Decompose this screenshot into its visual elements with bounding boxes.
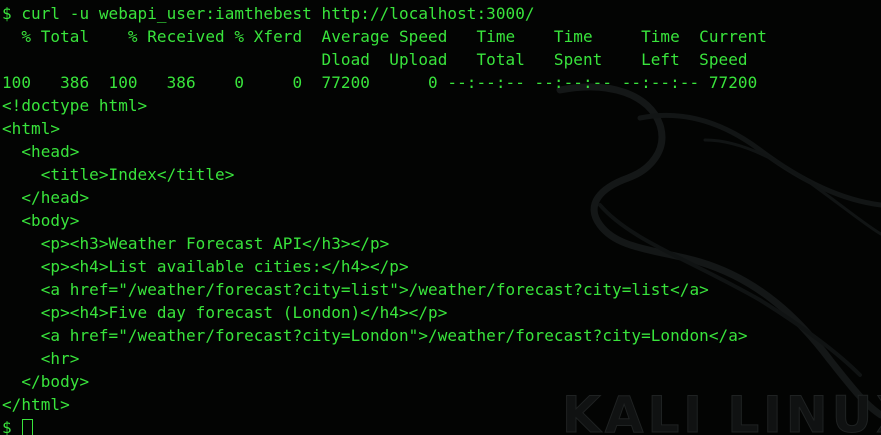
terminal-line: <body> [2, 211, 80, 230]
terminal-line-progress-values: 100 386 100 386 0 0 77200 0 --:--:-- --:… [2, 73, 758, 92]
terminal-line: <!doctype html> [2, 96, 148, 115]
terminal-line: <title>Index</title> [2, 165, 235, 184]
terminal-line: </body> [2, 372, 90, 391]
terminal-line: <p><h3>Weather Forecast API</h3></p> [2, 234, 390, 253]
text-cursor[interactable] [22, 419, 34, 435]
terminal-line: <hr> [2, 349, 80, 368]
terminal-line: <a href="/weather/forecast?city=list">/w… [2, 280, 709, 299]
terminal-output: $ curl -u webapi_user:iamthebest http://… [2, 2, 767, 435]
terminal-line-command: $ curl -u webapi_user:iamthebest http://… [2, 4, 535, 23]
terminal-line-progress-header-1: % Total % Received % Xferd Average Speed… [2, 27, 767, 46]
terminal-window[interactable]: KALI LINUX $ curl -u webapi_user:iamtheb… [0, 0, 881, 435]
terminal-line: <html> [2, 119, 61, 138]
terminal-line: </head> [2, 188, 90, 207]
terminal-line: </html> [2, 395, 70, 414]
terminal-prompt[interactable]: $ [2, 416, 767, 435]
prompt-symbol: $ [2, 418, 22, 435]
terminal-line: <head> [2, 142, 80, 161]
terminal-line-progress-header-2: Dload Upload Total Spent Left Speed [2, 50, 748, 69]
terminal-line: <p><h4>Five day forecast (London)</h4></… [2, 303, 448, 322]
terminal-line: <p><h4>List available cities:</h4></p> [2, 257, 409, 276]
terminal-line: <a href="/weather/forecast?city=London">… [2, 326, 748, 345]
